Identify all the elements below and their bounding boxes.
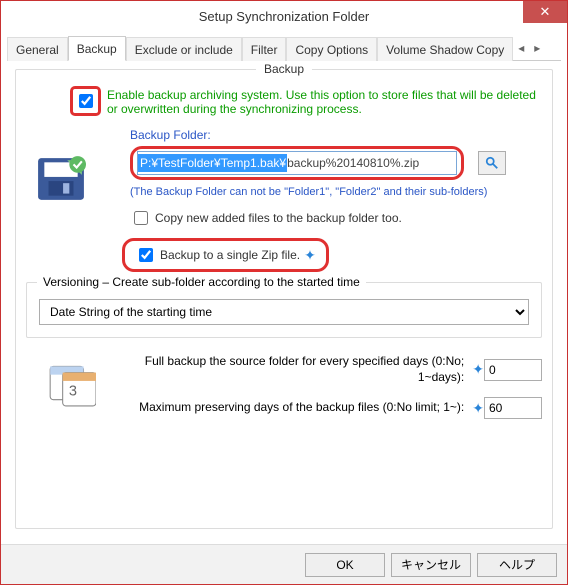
star-icon: ✦ [472, 361, 484, 378]
tab-vss[interactable]: Volume Shadow Copy [377, 37, 513, 61]
close-button[interactable]: ✕ [523, 1, 567, 23]
path-rest: backup%20140810%.zip [287, 154, 419, 172]
backup-group: Backup Enable backup archiving system. U… [15, 69, 553, 529]
full-backup-label: Full backup the source folder for every … [106, 354, 468, 385]
versioning-group: Versioning – Create sub-folder according… [26, 282, 542, 338]
tab-backup[interactable]: Backup [68, 36, 126, 61]
browse-button[interactable] [478, 151, 506, 175]
backup-folder-row: P:¥TestFolder¥Temp1.bak¥ backup%20140810… [130, 146, 542, 180]
magnifier-icon [485, 156, 499, 170]
ok-button[interactable]: OK [305, 553, 385, 577]
copy-new-row: Copy new added files to the backup folde… [130, 208, 542, 228]
tab-scroll-right[interactable]: ▸ [529, 36, 545, 60]
tab-copy-options[interactable]: Copy Options [286, 37, 377, 61]
bottom-rows: 3 Full backup the source folder for ever… [26, 354, 542, 419]
svg-text:3: 3 [69, 384, 77, 400]
enable-row: Enable backup archiving system. Use this… [26, 88, 542, 116]
highlight-folder-input: P:¥TestFolder¥Temp1.bak¥ backup%20140810… [130, 146, 464, 180]
group-title: Backup [256, 62, 312, 76]
zip-label: Backup to a single Zip file. [160, 248, 300, 262]
backup-folder-note: (The Backup Folder can not be "Folder1",… [130, 186, 542, 198]
backup-folder-label: Backup Folder: [130, 128, 542, 142]
cancel-button[interactable]: キャンセル [391, 553, 471, 577]
dialog-window: Setup Synchronization Folder ✕ General B… [0, 0, 568, 585]
max-days-label: Maximum preserving days of the backup fi… [106, 400, 468, 416]
highlight-enable-checkbox [70, 86, 101, 116]
close-icon: ✕ [540, 4, 551, 20]
titlebar: Setup Synchronization Folder ✕ [1, 1, 567, 31]
backup-folder-input[interactable]: P:¥TestFolder¥Temp1.bak¥ backup%20140810… [137, 151, 457, 175]
tab-exclude[interactable]: Exclude or include [126, 37, 242, 61]
star-icon: ✦ [304, 247, 316, 264]
tab-general[interactable]: General [7, 37, 68, 61]
help-button[interactable]: ヘルプ [477, 553, 557, 577]
full-backup-row: Full backup the source folder for every … [26, 354, 542, 385]
max-days-row: Maximum preserving days of the backup fi… [26, 397, 542, 419]
versioning-title: Versioning – Create sub-folder according… [37, 275, 366, 289]
enable-backup-label: Enable backup archiving system. Use this… [107, 88, 542, 116]
floppy-icon [36, 154, 86, 204]
window-title: Setup Synchronization Folder [199, 9, 370, 24]
tab-filter[interactable]: Filter [242, 37, 287, 61]
full-backup-input[interactable] [484, 359, 542, 381]
button-bar: OK キャンセル ヘルプ [1, 544, 567, 584]
max-days-input[interactable] [484, 397, 542, 419]
copy-new-checkbox[interactable] [134, 211, 148, 225]
tab-content: Backup Enable backup archiving system. U… [1, 61, 567, 547]
enable-backup-checkbox[interactable] [79, 94, 93, 108]
tabs: General Backup Exclude or include Filter… [7, 35, 561, 61]
copy-new-label: Copy new added files to the backup folde… [155, 211, 402, 225]
calendar-icon: 3 [46, 358, 96, 408]
star-icon: ✦ [472, 400, 484, 417]
zip-checkbox[interactable] [139, 248, 153, 262]
zip-row: Backup to a single Zip file. ✦ [122, 238, 542, 272]
path-selected: P:¥TestFolder¥Temp1.bak¥ [138, 154, 287, 172]
versioning-select[interactable]: Date String of the starting time [39, 299, 529, 325]
tab-scroll-left[interactable]: ◂ [513, 36, 529, 60]
highlight-zip-option: Backup to a single Zip file. ✦ [122, 238, 329, 272]
